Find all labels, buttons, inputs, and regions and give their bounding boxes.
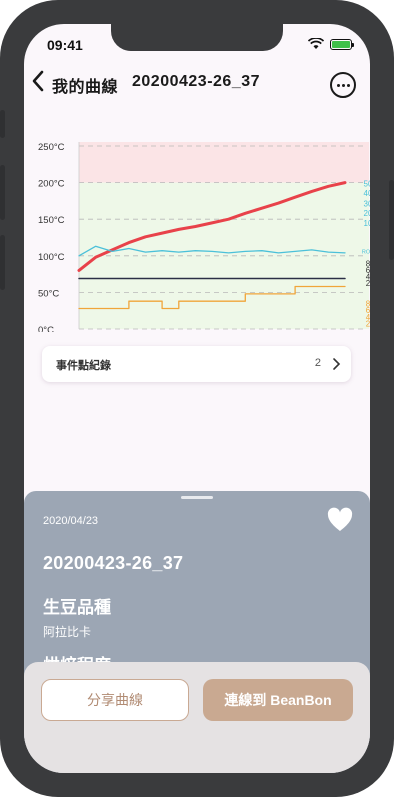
app-screen: 09:41 我的曲線 20200423-26_37 250°C 200°C 150°… <box>24 24 370 773</box>
y-tick-label: 200°C <box>38 179 65 190</box>
status-time: 09:41 <box>47 37 83 53</box>
roast-date: 2020/04/23 <box>43 515 99 527</box>
bean-variety-value: 阿拉比卡 <box>43 625 92 639</box>
power-button <box>389 180 394 260</box>
phone-frame: 09:41 我的曲線 20200423-26_37 250°C 200°C 150°… <box>0 0 394 797</box>
more-options-icon[interactable] <box>330 72 356 98</box>
chevron-right-icon <box>333 358 341 370</box>
ror-tick-label: 20 <box>364 209 370 218</box>
bottom-action-bar: 分享曲線 連線到 BeanBon <box>24 662 370 773</box>
roast-curve-chart: 250°C200°C150°C100°C50°C0°C1234567891011… <box>24 102 370 348</box>
heat-zone <box>79 142 369 183</box>
ror-tick-label: 30 <box>364 199 370 208</box>
ror-axis-label: ROR <box>362 250 370 256</box>
volume-down-button <box>0 235 5 290</box>
status-icons <box>308 38 354 50</box>
ror-tick-label: 10 <box>364 219 370 228</box>
y-tick-label: 100°C <box>38 252 65 263</box>
ror-tick-label: 50 <box>364 180 370 189</box>
ror-tick-label: 40 <box>364 189 370 198</box>
back-icon[interactable] <box>30 69 46 93</box>
notch <box>111 24 283 51</box>
share-curve-button[interactable]: 分享曲線 <box>41 679 189 721</box>
event-log-label: 事件點紀錄 <box>56 360 111 372</box>
wifi-icon <box>308 38 324 49</box>
event-count: 2 <box>314 357 321 369</box>
curve-id-title: 20200423-26_37 <box>132 73 261 90</box>
fire-tick-label: 2 <box>366 319 370 328</box>
volume-up-button <box>0 165 5 220</box>
y-tick-label: 250°C <box>38 142 65 153</box>
sheet-drag-handle[interactable] <box>181 496 213 499</box>
y-tick-label: 150°C <box>38 215 65 226</box>
curve-name: 20200423-26_37 <box>43 553 184 573</box>
chart-svg: 250°C200°C150°C100°C50°C0°C1234567891011… <box>38 142 370 348</box>
page-title: 我的曲線 <box>52 79 119 96</box>
battery-icon <box>330 38 354 50</box>
bean-variety-heading: 生豆品種 <box>43 598 111 617</box>
nav-bar: 我的曲線 20200423-26_37 <box>24 64 370 104</box>
mute-switch <box>0 110 5 138</box>
heart-icon[interactable] <box>326 507 354 532</box>
event-log-row[interactable]: 事件點紀錄 2 <box>42 346 351 382</box>
fan-tick-label: 2 <box>366 279 370 288</box>
y-tick-label: 50°C <box>38 288 59 299</box>
connect-beanbon-button[interactable]: 連線到 BeanBon <box>203 679 353 721</box>
y-tick-label: 0°C <box>38 325 54 332</box>
